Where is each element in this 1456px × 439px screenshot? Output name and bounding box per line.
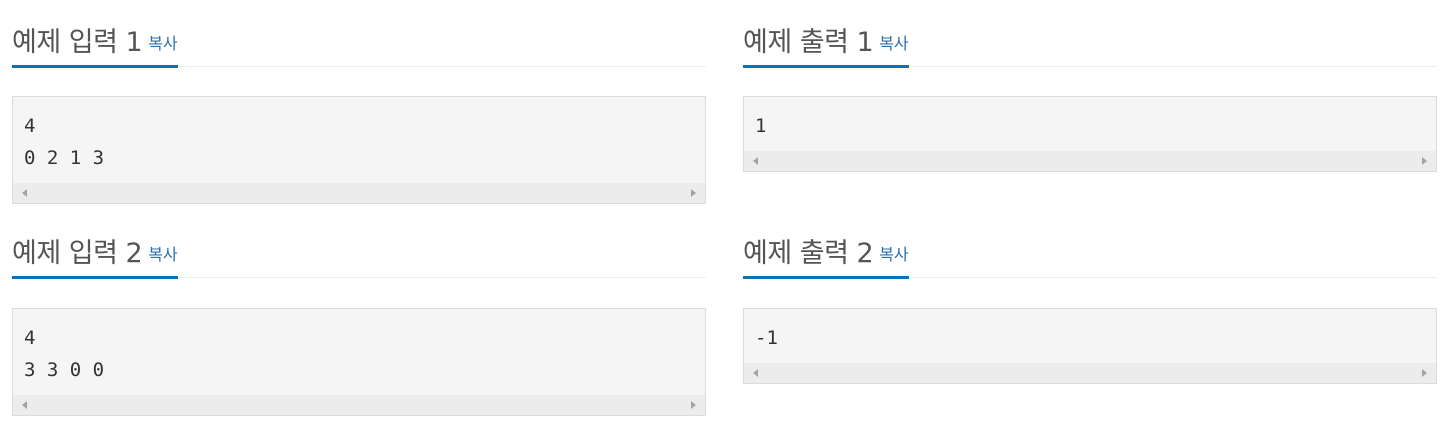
- scroll-right-arrow-icon[interactable]: [691, 189, 696, 197]
- copy-input-1-button[interactable]: 복사: [148, 34, 177, 53]
- sample-output-1-header: 예제 출력 1 복사: [743, 0, 1437, 68]
- scroll-right-arrow-icon[interactable]: [1422, 369, 1427, 377]
- scroll-left-arrow-icon[interactable]: [22, 401, 27, 409]
- copy-input-2-button[interactable]: 복사: [148, 245, 177, 264]
- sample-input-2-scrollbar[interactable]: [13, 395, 705, 415]
- sample-output-2-box: -1: [743, 308, 1437, 384]
- sample-input-1-title: 예제 입력 1: [12, 27, 143, 58]
- sample-output-1-scrollbar[interactable]: [744, 151, 1436, 171]
- sample-input-2-content: 4 3 3 0 0: [24, 327, 105, 381]
- sample-output-1-box: 1: [743, 96, 1437, 172]
- scroll-right-arrow-icon[interactable]: [1422, 157, 1427, 165]
- sample-output-1-title: 예제 출력 1: [743, 27, 874, 58]
- copy-output-1-button[interactable]: 복사: [879, 34, 908, 53]
- sample-output-2-title-wrap: 예제 출력 2 복사: [743, 213, 909, 279]
- scroll-left-arrow-icon[interactable]: [753, 369, 758, 377]
- sample-output-2-title: 예제 출력 2: [743, 238, 874, 269]
- scroll-right-arrow-icon[interactable]: [691, 401, 696, 409]
- sample-output-1-section: 예제 출력 1 복사 1: [743, 0, 1437, 172]
- sample-input-1-box: 4 0 2 1 3: [12, 96, 706, 204]
- sample-output-2-header: 예제 출력 2 복사: [743, 211, 1437, 279]
- sample-output-2-content: -1: [755, 327, 778, 349]
- sample-input-2-title: 예제 입력 2: [12, 238, 143, 269]
- sample-output-2-scrollbar[interactable]: [744, 363, 1436, 383]
- sample-input-1-header: 예제 입력 1 복사: [12, 0, 706, 68]
- sample-output-1-title-wrap: 예제 출력 1 복사: [743, 2, 909, 68]
- sample-input-2-header: 예제 입력 2 복사: [12, 211, 706, 279]
- sample-output-1-content: 1: [755, 115, 767, 137]
- scroll-left-arrow-icon[interactable]: [753, 157, 758, 165]
- scroll-left-arrow-icon[interactable]: [22, 189, 27, 197]
- sample-input-1-content: 4 0 2 1 3: [24, 115, 105, 169]
- sample-input-2-section: 예제 입력 2 복사 4 3 3 0 0: [12, 211, 706, 416]
- sample-input-1-section: 예제 입력 1 복사 4 0 2 1 3: [12, 0, 706, 204]
- sample-input-2-box: 4 3 3 0 0: [12, 308, 706, 416]
- copy-output-2-button[interactable]: 복사: [879, 245, 908, 264]
- sample-output-2-section: 예제 출력 2 복사 -1: [743, 211, 1437, 384]
- sample-input-1-scrollbar[interactable]: [13, 183, 705, 203]
- sample-input-2-title-wrap: 예제 입력 2 복사: [12, 213, 178, 279]
- sample-input-1-title-wrap: 예제 입력 1 복사: [12, 2, 178, 68]
